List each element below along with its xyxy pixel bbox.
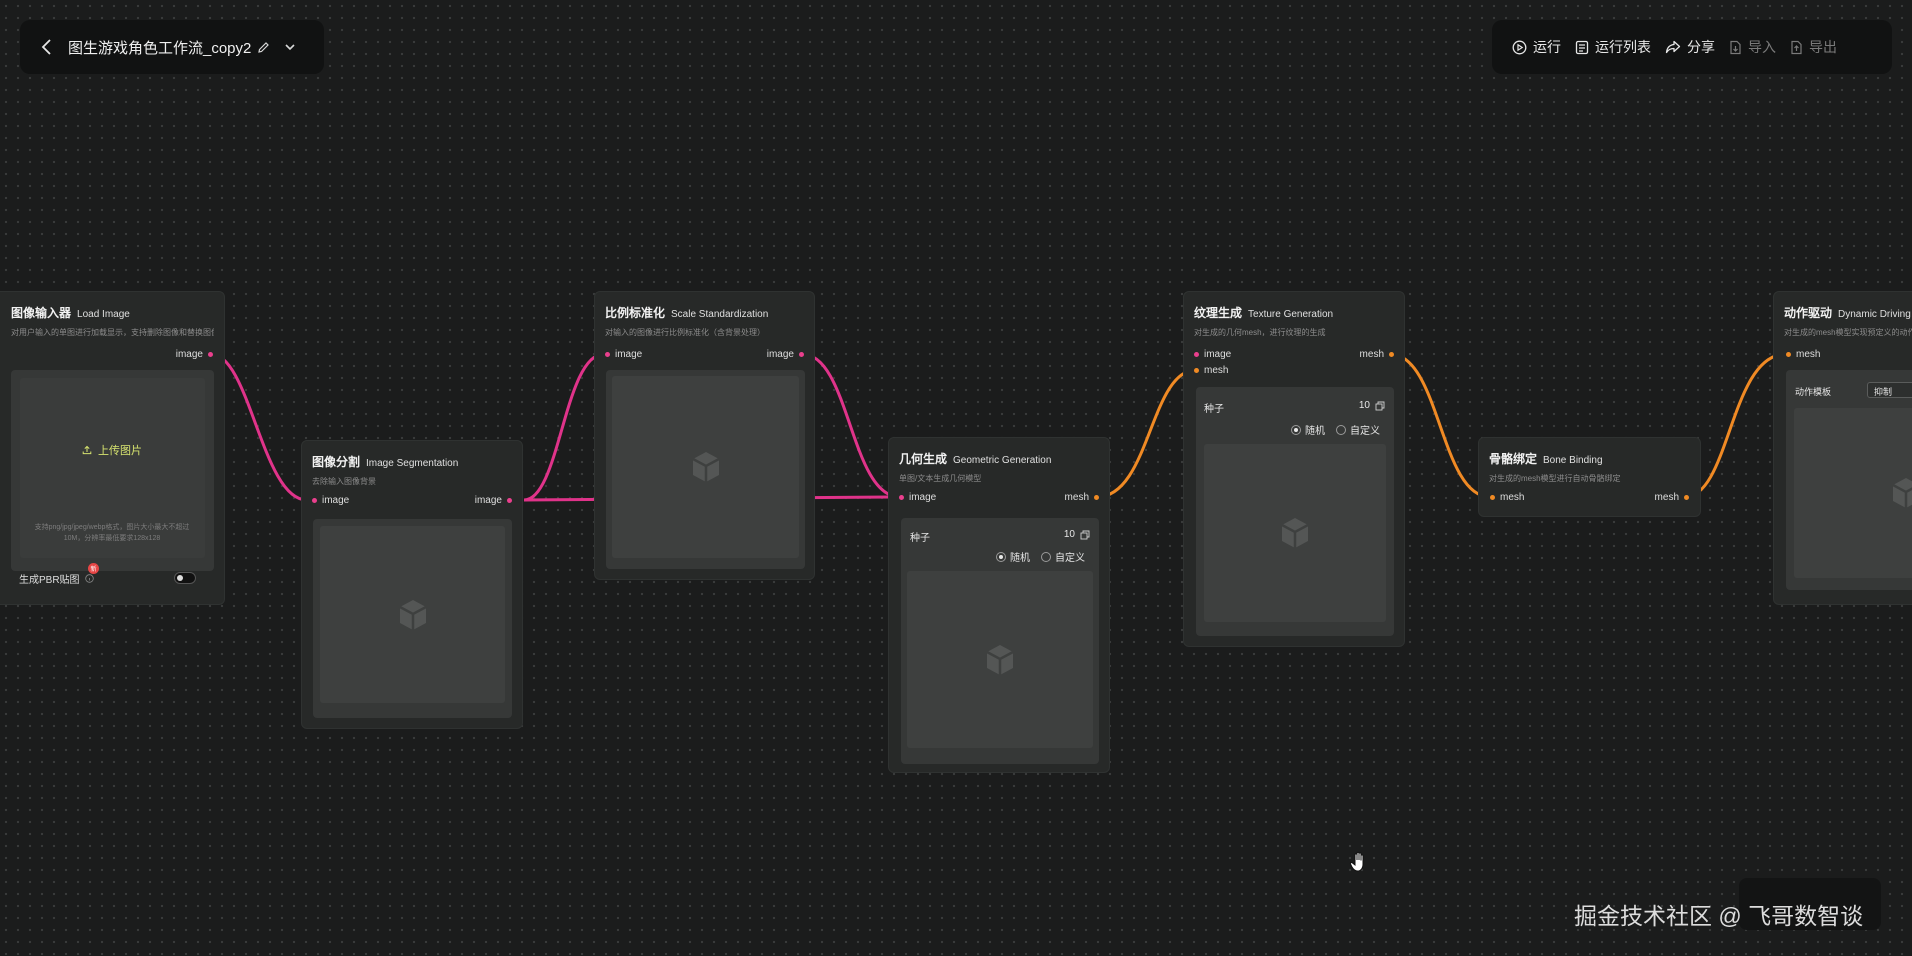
seed-label: 种子 <box>1204 404 1224 415</box>
run-button[interactable]: 运行 <box>1512 37 1561 57</box>
template-select[interactable]: 抑制 <box>1867 382 1912 398</box>
new-badge: 新 <box>88 563 99 574</box>
wire-seg-to-scale <box>523 352 605 502</box>
run-list-label: 运行列表 <box>1595 39 1651 55</box>
run-list-button[interactable]: 运行列表 <box>1575 37 1651 57</box>
node-description: 对生成的mesh模型进行自动骨骼绑定 <box>1489 474 1621 483</box>
cube-icon <box>986 644 1014 675</box>
play-circle-icon <box>1512 40 1527 54</box>
seed-mode-random[interactable]: 随机 <box>996 549 1030 564</box>
node-title: 几何生成 Geometric Generation <box>899 452 1052 466</box>
input-port-mesh[interactable]: mesh <box>1490 492 1524 503</box>
output-port-mesh[interactable]: mesh <box>1655 492 1689 503</box>
wire-scale-to-geo <box>801 352 901 499</box>
export-label: 导出 <box>1809 39 1837 55</box>
share-label: 分享 <box>1687 39 1715 55</box>
copy-icon <box>1080 530 1090 539</box>
seed-value[interactable]: 10 <box>1064 529 1090 540</box>
seed-mode-custom[interactable]: 自定义 <box>1336 422 1380 437</box>
upload-icon <box>82 445 92 455</box>
input-port-image[interactable]: image <box>899 492 936 503</box>
pencil-icon <box>258 41 270 53</box>
wire-geo-to-tex <box>1096 368 1197 499</box>
output-port-image[interactable]: image <box>767 349 804 360</box>
info-icon <box>84 574 94 583</box>
node-title: 骨骼绑定 Bone Binding <box>1489 452 1603 466</box>
rename-button[interactable] <box>257 41 270 54</box>
import-file-icon <box>1730 40 1741 54</box>
import-button[interactable]: 导入 <box>1729 37 1776 57</box>
cube-icon <box>691 452 720 482</box>
output-port-mesh[interactable]: mesh <box>1360 349 1394 360</box>
output-port-mesh[interactable]: mesh <box>1065 492 1099 503</box>
cube-icon <box>398 599 427 630</box>
node-title: 图像分割 Image Segmentation <box>312 455 459 469</box>
node-title: 比例标准化 Scale Standardization <box>605 306 769 320</box>
output-port-image[interactable]: image <box>176 349 213 360</box>
upload-image-button[interactable]: 上传图片 <box>82 442 142 458</box>
node-description: 对生成的几何mesh，进行纹理的生成 <box>1194 328 1326 337</box>
input-port-mesh[interactable]: mesh <box>1194 365 1228 376</box>
upload-hint: 支持png/jpg/jpeg/webp格式，图片大小最大不超过10M，分辨率最低… <box>34 524 190 542</box>
output-port-image[interactable]: image <box>475 495 512 506</box>
cube-icon <box>1892 478 1912 508</box>
input-port-image[interactable]: image <box>312 495 349 506</box>
node-scale-standardization[interactable]: 比例标准化 Scale Standardization 对输入的图像进行比例标准化… <box>594 291 815 580</box>
node-description: 对用户输入的单图进行加载显示，支持删除图像和替换图像 <box>11 328 214 337</box>
node-texture-generation[interactable]: 纹理生成 Texture Generation 对生成的几何mesh，进行纹理的生… <box>1183 291 1405 647</box>
share-icon <box>1665 40 1681 54</box>
export-button[interactable]: 导出 <box>1790 37 1837 57</box>
share-button[interactable]: 分享 <box>1665 37 1715 57</box>
chevron-down-icon <box>285 44 295 51</box>
workflow-title-bar: 图生游戏角色工作流_copy2 <box>20 20 324 74</box>
seed-mode-random[interactable]: 随机 <box>1291 422 1325 437</box>
result-preview <box>320 526 505 703</box>
template-label: 动作模板 <box>1795 387 1832 397</box>
seed-mode-custom[interactable]: 自定义 <box>1041 549 1085 564</box>
seed-label: 种子 <box>910 533 930 544</box>
toolbar: 运行 运行列表 分享 导入 导出 <box>1492 20 1892 74</box>
node-dynamic-driving[interactable]: 动作驱动Dynamic Driving 对生成的mesh模型实现预定义的动作驱动… <box>1773 291 1912 605</box>
node-title: 图像输入器 Load Image <box>11 306 130 320</box>
chevron-left-icon <box>41 39 51 55</box>
workflow-title: 图生游戏角色工作流_copy2 <box>68 39 252 57</box>
radio-random[interactable] <box>1291 424 1301 435</box>
node-load-image[interactable]: 图像输入器 Load Image 对用户输入的单图进行加载显示，支持删除图像和替换… <box>0 291 225 605</box>
input-port-image[interactable]: image <box>1194 349 1231 360</box>
input-port-mesh[interactable]: mesh <box>1786 349 1820 360</box>
import-label: 导入 <box>1748 39 1776 55</box>
copy-icon <box>1375 401 1385 410</box>
node-description: 去除输入图像背景 <box>312 477 376 486</box>
node-geometric-generation[interactable]: 几何生成 Geometric Generation 单图/文本生成几何模型 ima… <box>888 437 1110 773</box>
back-button[interactable] <box>34 34 60 60</box>
mesh-preview <box>907 571 1093 748</box>
wire-load-to-seg <box>210 352 308 502</box>
input-port-image[interactable]: image <box>605 349 642 360</box>
cube-icon <box>1281 518 1309 548</box>
animation-preview <box>1794 408 1912 578</box>
run-label: 运行 <box>1533 39 1561 55</box>
title-menu-button[interactable] <box>284 43 296 51</box>
node-title: 纹理生成 Texture Generation <box>1194 306 1334 320</box>
node-description: 对生成的mesh模型实现预定义的动作驱动 <box>1784 328 1912 337</box>
pbr-label: 生成PBR贴图 <box>19 571 94 586</box>
radio-random[interactable] <box>996 551 1006 562</box>
watermark: 掘金技术社区 @ 飞哥数智谈 <box>1574 903 1864 929</box>
export-file-icon <box>1791 40 1802 54</box>
node-description: 单图/文本生成几何模型 <box>899 474 982 483</box>
radio-custom[interactable] <box>1336 424 1346 435</box>
seed-value[interactable]: 10 <box>1359 400 1385 411</box>
result-preview <box>612 376 799 558</box>
texture-preview <box>1204 444 1386 622</box>
node-image-segmentation[interactable]: 图像分割 Image Segmentation 去除输入图像背景 image im… <box>301 440 523 729</box>
list-icon <box>1575 40 1589 54</box>
radio-custom[interactable] <box>1041 551 1051 562</box>
pbr-toggle[interactable] <box>174 572 196 584</box>
wire-tex-to-bone <box>1389 352 1491 499</box>
hand-cursor-icon <box>1349 851 1369 878</box>
node-description: 对输入的图像进行比例标准化（含背景处理） <box>605 328 765 337</box>
node-bone-binding[interactable]: 骨骼绑定 Bone Binding 对生成的mesh模型进行自动骨骼绑定 mesh… <box>1478 437 1701 517</box>
node-title: 动作驱动 Dynamic Driving <box>1784 306 1911 320</box>
